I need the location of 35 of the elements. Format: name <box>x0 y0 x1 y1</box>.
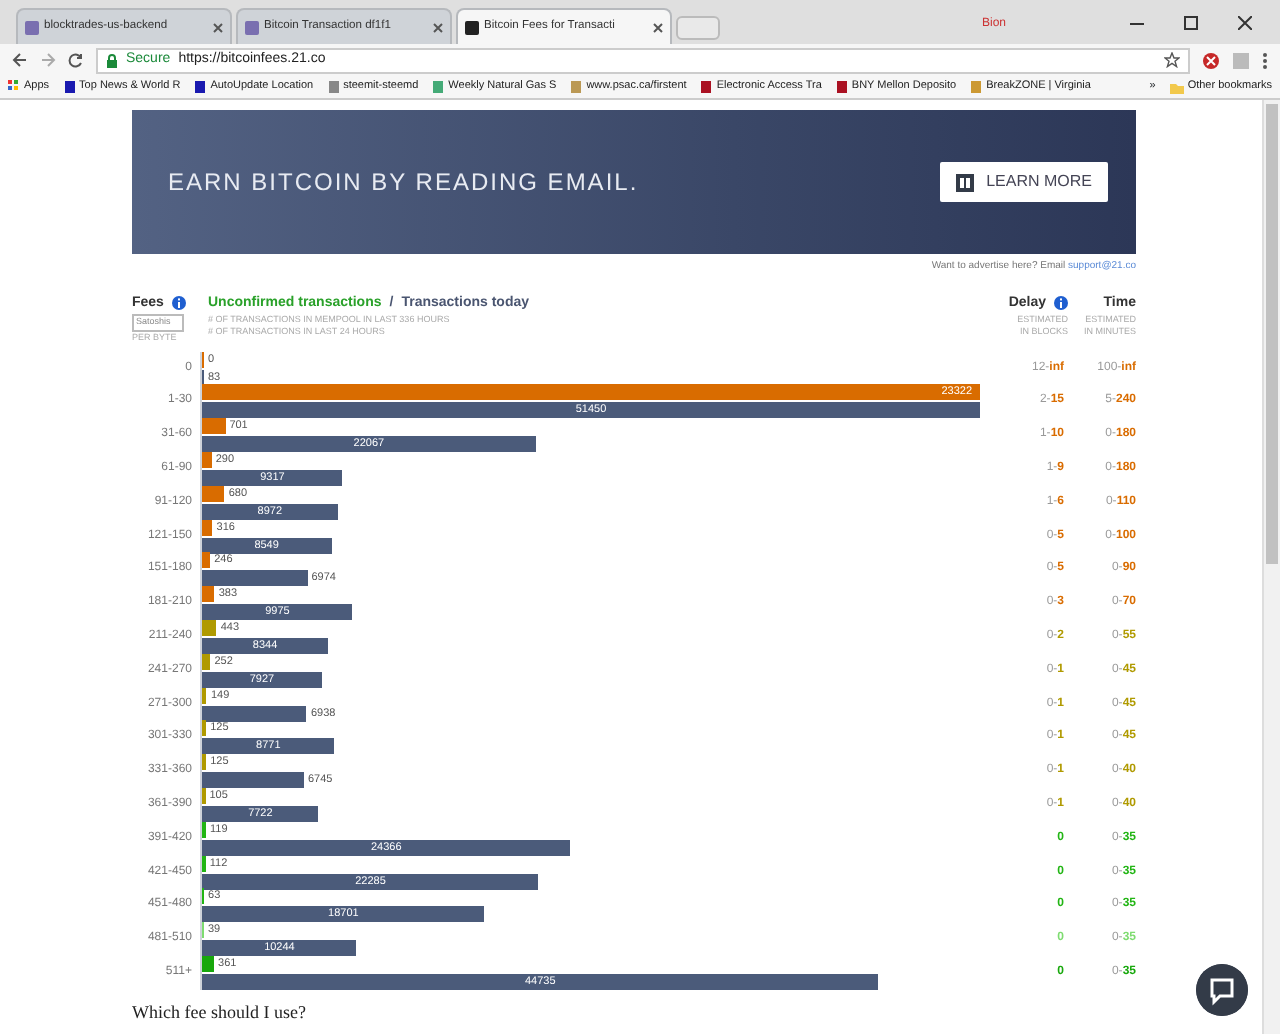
today-bar <box>202 772 304 789</box>
apps-icon <box>8 80 20 94</box>
learn-more-button[interactable]: LEARN MORE <box>940 162 1108 202</box>
bookmark-icon <box>570 80 583 94</box>
section-heading: Which fee should I use? <box>132 1001 308 1024</box>
close-icon[interactable] <box>212 21 224 33</box>
bookmark-icon <box>432 80 445 94</box>
today-bar <box>202 705 307 722</box>
info-icon[interactable] <box>1054 296 1068 311</box>
close-icon[interactable] <box>432 21 444 33</box>
maximize-icon[interactable] <box>1184 16 1198 30</box>
bookmark-icon <box>327 80 340 94</box>
star-icon[interactable] <box>1164 52 1180 68</box>
bookmark-icon <box>194 80 207 94</box>
page-icon <box>244 19 260 35</box>
chat-icon[interactable] <box>1196 964 1248 1016</box>
info-icon[interactable] <box>171 296 186 311</box>
blocked-icon[interactable] <box>1202 51 1220 69</box>
today-bar <box>202 570 308 587</box>
scrollbar[interactable] <box>1262 100 1280 1034</box>
page-icon <box>24 19 40 35</box>
back-icon[interactable] <box>12 52 28 68</box>
close-icon[interactable] <box>652 21 664 33</box>
lock-icon <box>106 53 118 67</box>
close-icon[interactable] <box>1238 16 1252 30</box>
logo-icon <box>956 173 975 191</box>
bookmark-icon <box>970 80 983 94</box>
banner-headline: EARN BITCOIN BY READING EMAIL. <box>168 166 639 200</box>
folder-icon <box>1169 81 1184 93</box>
menu-icon[interactable] <box>1262 51 1268 69</box>
bookmark-icon <box>63 80 76 94</box>
bookmark-icon <box>835 80 848 94</box>
bookmark-icon <box>700 80 713 94</box>
reload-icon[interactable] <box>68 52 84 68</box>
page-icon <box>464 19 480 35</box>
